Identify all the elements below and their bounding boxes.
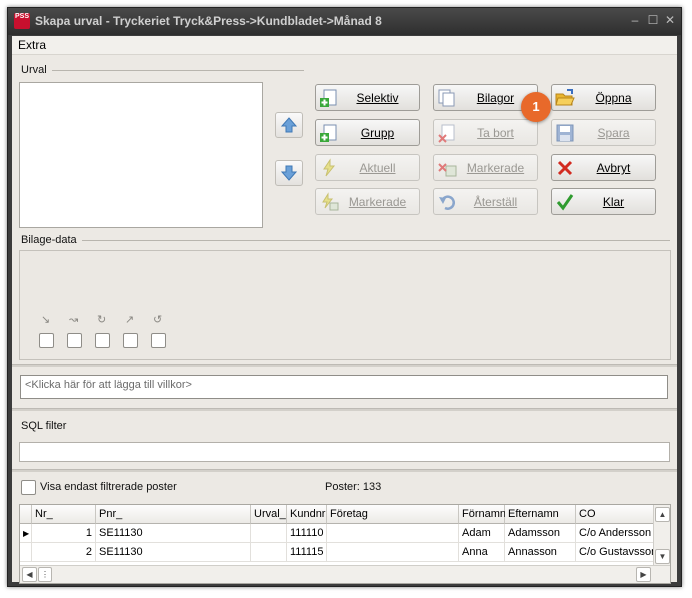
small-arrow-icon-5: ↺ <box>153 314 163 326</box>
sql-filter-label: SQL filter <box>21 420 67 432</box>
menu-bar: Extra <box>12 36 677 55</box>
markerade-left-button[interactable]: Markerade <box>315 188 420 215</box>
title-bar: PSS Skapa urval - Tryckeriet Tryck&Press… <box>8 8 681 35</box>
scroll-left-icon[interactable]: ◀ <box>22 567 37 582</box>
aktuell-button[interactable]: Aktuell <box>315 154 420 181</box>
poster-count: Poster: 133 <box>325 481 382 493</box>
minimize-icon[interactable]: – <box>628 13 642 27</box>
table-row-1-kundnr[interactable]: 111110 <box>287 524 327 543</box>
delete-page-icon <box>438 124 455 143</box>
selektiv-button[interactable]: Selektiv <box>315 84 420 111</box>
small-arrow-icon-2: ↝ <box>69 314 79 326</box>
arrow-up-icon <box>280 117 298 133</box>
lightning-icon <box>323 158 336 177</box>
documents-icon <box>438 89 455 107</box>
scroll-thumb[interactable]: ⋮ <box>38 567 52 582</box>
urval-divider <box>52 70 304 71</box>
bilage-divider <box>82 240 670 241</box>
separator-3 <box>12 469 677 472</box>
ta-bort-button[interactable]: Ta bort <box>433 119 538 146</box>
app-logo-icon: PSS <box>14 13 30 29</box>
bilage-checkbox-1[interactable] <box>39 333 54 348</box>
separator-2 <box>12 408 677 411</box>
villkor-input[interactable]: <Klicka här för att lägga till villkor> <box>20 375 668 399</box>
column-header-kundnr[interactable]: Kundnr <box>287 505 327 524</box>
klar-button[interactable]: Klar <box>551 188 656 215</box>
filter-checkbox[interactable] <box>21 480 36 495</box>
urval-label: Urval <box>21 64 47 76</box>
delete-list-icon <box>438 163 457 177</box>
scroll-up-icon[interactable]: ▲ <box>655 507 670 522</box>
save-disk-icon <box>556 124 574 142</box>
grid-row-header <box>20 505 32 524</box>
column-header-pnr[interactable]: Pnr_ <box>96 505 251 524</box>
table-row-1-co[interactable]: C/o Andersson <box>576 524 654 543</box>
bilage-checkbox-3[interactable] <box>95 333 110 348</box>
checkmark-icon <box>556 194 574 211</box>
small-arrow-icon-4: ↗ <box>125 314 135 326</box>
table-row-1-urval[interactable] <box>251 524 287 543</box>
add-page-icon <box>320 89 337 107</box>
table-row-2-kundnr[interactable]: 111115 <box>287 543 327 562</box>
vertical-scrollbar[interactable]: ▲ ▼ <box>653 505 670 565</box>
table-row-1-efternamn[interactable]: Adamsson <box>505 524 576 543</box>
undo-icon <box>439 195 455 210</box>
table-row-1-foretag[interactable] <box>327 524 459 543</box>
sql-filter-input[interactable] <box>19 442 670 462</box>
table-row-2-pnr[interactable]: SE11130 <box>96 543 251 562</box>
main-window: PSS Skapa urval - Tryckeriet Tryck&Press… <box>7 7 682 587</box>
bilage-checkbox-5[interactable] <box>151 333 166 348</box>
filter-checkbox-label: Visa endast filtrerade poster <box>40 481 177 493</box>
markerade-mid-button[interactable]: Markerade <box>433 154 538 181</box>
bilage-label: Bilage-data <box>21 234 77 246</box>
urval-list[interactable] <box>19 82 263 228</box>
bilage-data-panel: ↘ ↝ ↻ ↗ ↺ <box>19 250 671 360</box>
table-row-2-nr[interactable]: 2 <box>32 543 96 562</box>
table-row-2-co[interactable]: C/o Gustavsson <box>576 543 654 562</box>
table-row-2-urval[interactable] <box>251 543 287 562</box>
column-header-foretag[interactable]: Företag <box>327 505 459 524</box>
avbryt-button[interactable]: Avbryt <box>551 154 656 181</box>
lightning-list-icon <box>322 192 339 211</box>
scroll-down-icon[interactable]: ▼ <box>655 549 670 564</box>
row-selector <box>20 543 32 562</box>
scroll-right-icon[interactable]: ▶ <box>636 567 651 582</box>
row-selector-icon: ▶ <box>20 524 32 543</box>
menu-extra[interactable]: Extra <box>18 38 46 52</box>
bilage-checkbox-4[interactable] <box>123 333 138 348</box>
column-header-efternamn[interactable]: Efternamn <box>505 505 576 524</box>
window-title: Skapa urval - Tryckeriet Tryck&Press->Ku… <box>35 14 382 28</box>
close-icon[interactable]: ✕ <box>663 13 677 27</box>
arrow-down-icon <box>280 165 298 181</box>
table-row-1-nr[interactable]: 1 <box>32 524 96 543</box>
client-area: Extra Urval Selektiv Grupp Aktuell Marke… <box>12 36 677 584</box>
cancel-x-icon <box>557 160 573 176</box>
add-group-icon <box>320 124 337 142</box>
grupp-button[interactable]: Grupp <box>315 119 420 146</box>
table-row-1-pnr[interactable]: SE11130 <box>96 524 251 543</box>
aterstall-button[interactable]: Återställ <box>433 188 538 215</box>
open-folder-icon <box>555 89 575 106</box>
table-row-2-efternamn[interactable]: Annasson <box>505 543 576 562</box>
separator-1 <box>12 364 677 367</box>
column-header-urval[interactable]: Urval_ <box>251 505 287 524</box>
table-row-2-fornamn[interactable]: Anna <box>459 543 505 562</box>
maximize-icon[interactable]: ☐ <box>646 13 660 27</box>
spara-button[interactable]: Spara <box>551 119 656 146</box>
table-row-2-foretag[interactable] <box>327 543 459 562</box>
move-up-button[interactable] <box>275 112 303 138</box>
step-badge: 1 <box>521 92 551 122</box>
move-down-button[interactable] <box>275 160 303 186</box>
horizontal-scrollbar[interactable]: ◀ ⋮ ▶ <box>20 565 670 583</box>
column-header-fornamn[interactable]: Förnamn <box>459 505 506 524</box>
table-row-1-fornamn[interactable]: Adam <box>459 524 505 543</box>
column-header-nr[interactable]: Nr_ <box>32 505 96 524</box>
oppna-button[interactable]: Öppna <box>551 84 656 111</box>
column-header-co[interactable]: CO <box>576 505 654 524</box>
small-arrow-icon-1: ↘ <box>41 314 51 326</box>
small-arrow-icon-3: ↻ <box>97 314 107 326</box>
data-grid: Nr_ Pnr_ Urval_ Kundnr Företag Förnamn E… <box>19 504 671 584</box>
bilage-checkbox-2[interactable] <box>67 333 82 348</box>
